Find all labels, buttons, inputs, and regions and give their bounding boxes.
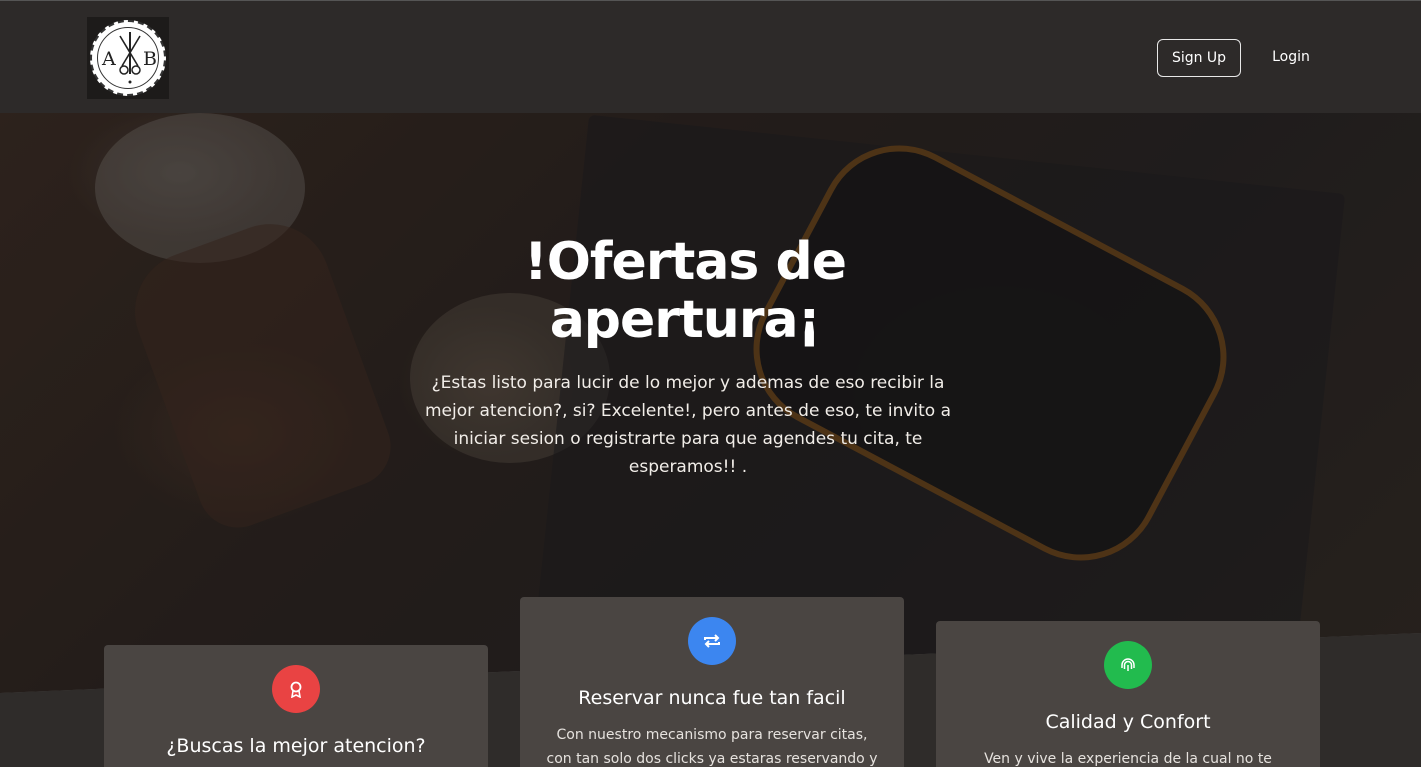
feature-card-title: Reservar nunca fue tan facil [578, 687, 846, 709]
feature-card-booking: Reservar nunca fue tan facil Con nuestro… [520, 597, 904, 767]
signup-button[interactable]: Sign Up [1157, 39, 1241, 77]
fingerprint-icon [1104, 641, 1152, 689]
hero-description: ¿Estas listo para lucir de lo mejor y ad… [424, 373, 952, 477]
page: !Ofertas de apertura¡ ¿Estas listo para … [0, 0, 1421, 767]
brand-logo[interactable]: A B [87, 17, 169, 99]
feature-card-text: Ven y vive la experiencia de la cual no … [984, 751, 1272, 767]
feature-card-title: Calidad y Confort [1045, 711, 1211, 733]
award-icon [272, 665, 320, 713]
hero-title: !Ofertas de apertura¡ [524, 232, 847, 350]
logo-letter-a: A [102, 48, 116, 70]
feature-card-text: Con nuestro mecanismo para reservar cita… [546, 727, 878, 767]
logo-badge: A B [90, 20, 166, 96]
login-link[interactable]: Login [1262, 39, 1320, 75]
feature-card-title: ¿Buscas la mejor atencion? [166, 735, 426, 757]
feature-card-attention: ¿Buscas la mejor atencion? [104, 645, 488, 767]
feature-card-quality: Calidad y Confort Ven y vive la experien… [936, 621, 1320, 767]
top-navbar: A B Sign Up Login [0, 0, 1421, 113]
repeat-icon [688, 617, 736, 665]
logo-letter-b: B [143, 48, 157, 70]
